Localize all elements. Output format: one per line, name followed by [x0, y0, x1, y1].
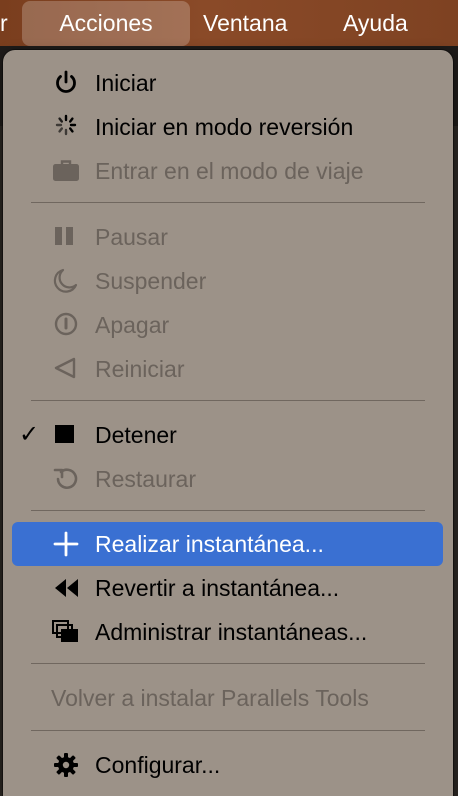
restart-icon — [52, 356, 80, 382]
menu-separator — [31, 202, 425, 203]
menu-item-label: Configurar... — [95, 752, 221, 778]
menu-item-restaurar[interactable]: Restaurar — [3, 457, 453, 501]
menu-item-iniciar[interactable]: Iniciar — [3, 61, 453, 105]
menu-item-label: Restaurar — [95, 466, 196, 492]
menu-item-realizar-instantanea[interactable]: Realizar instantánea... — [3, 522, 453, 566]
menu-item-label: Pausar — [95, 224, 168, 250]
power-icon — [52, 70, 80, 96]
rewind-icon — [52, 575, 80, 601]
menu-item-label: Realizar instantánea... — [95, 531, 324, 557]
menu-item-label: Reiniciar — [95, 356, 185, 382]
stacked-windows-icon — [52, 619, 80, 645]
menu-bar: r Acciones Ventana Ayuda — [0, 0, 458, 46]
menubar-item-previous[interactable]: r — [0, 0, 8, 46]
menu-item-label: Administrar instantáneas... — [95, 619, 368, 645]
briefcase-icon — [52, 158, 80, 184]
menu-separator — [31, 663, 425, 664]
checkmark-icon: ✓ — [19, 421, 40, 448]
pause-icon — [52, 224, 80, 250]
moon-icon — [52, 268, 80, 294]
menu-separator — [31, 510, 425, 511]
menu-item-label: Volver a instalar Parallels Tools — [51, 685, 369, 711]
menubar-item-acciones[interactable]: Acciones — [22, 1, 190, 46]
shutdown-icon — [52, 312, 80, 338]
menubar-item-ayuda[interactable]: Ayuda — [343, 0, 408, 46]
menu-item-label: Apagar — [95, 312, 170, 338]
menu-item-detener[interactable]: ✓ Detener — [3, 413, 453, 457]
acciones-dropdown-menu: Iniciar Iniciar en modo reversión Entrar… — [3, 50, 453, 796]
menu-item-label: Suspender — [95, 268, 207, 294]
menu-item-label: Iniciar — [95, 70, 157, 96]
menu-separator — [31, 730, 425, 731]
menu-item-reiniciar[interactable]: Reiniciar — [3, 347, 453, 391]
menu-item-administrar-instantaneas[interactable]: Administrar instantáneas... — [3, 610, 453, 654]
menu-item-reinstalar-parallels-tools[interactable]: Volver a instalar Parallels Tools — [3, 676, 453, 720]
spinner-icon — [52, 114, 80, 140]
plus-icon — [52, 531, 80, 557]
menu-item-modo-viaje[interactable]: Entrar en el modo de viaje — [3, 149, 453, 193]
menu-item-label: Detener — [95, 422, 177, 448]
menu-item-label: Iniciar en modo reversión — [95, 114, 354, 140]
menu-separator — [31, 400, 425, 401]
menu-item-label: Revertir a instantánea... — [95, 575, 340, 601]
menu-item-configurar[interactable]: Configurar... — [3, 743, 453, 787]
menu-item-iniciar-modo-reversion[interactable]: Iniciar en modo reversión — [3, 105, 453, 149]
menu-item-suspender[interactable]: Suspender — [3, 259, 453, 303]
menu-item-apagar[interactable]: Apagar — [3, 303, 453, 347]
stop-icon — [52, 422, 80, 448]
menubar-item-ventana[interactable]: Ventana — [203, 0, 287, 46]
undo-icon — [52, 466, 80, 492]
menu-item-pausar[interactable]: Pausar — [3, 215, 453, 259]
menu-item-label: Entrar en el modo de viaje — [95, 158, 364, 184]
menu-item-revertir-instantanea[interactable]: Revertir a instantánea... — [3, 566, 453, 610]
gear-icon — [52, 752, 80, 778]
